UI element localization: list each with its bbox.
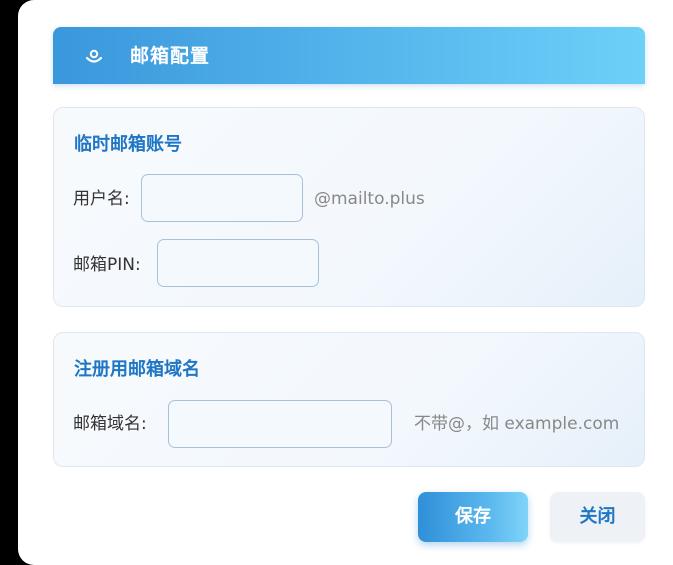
register-domain-section: 注册用邮箱域名 邮箱域名: 不带@，如 example.com bbox=[53, 332, 645, 467]
temp-account-title: 临时邮箱账号 bbox=[74, 134, 182, 155]
register-domain-title: 注册用邮箱域名 bbox=[74, 359, 200, 380]
pin-label: 邮箱PIN: bbox=[73, 255, 141, 275]
save-button[interactable]: 保存 bbox=[418, 492, 528, 542]
email-config-dialog: 邮箱配置 临时邮箱账号 用户名: @mailto.plus 邮箱PIN: 注册用… bbox=[18, 0, 673, 565]
username-label: 用户名: bbox=[73, 189, 130, 209]
dialog-title: 邮箱配置 bbox=[130, 45, 211, 67]
temp-account-section: 临时邮箱账号 用户名: @mailto.plus 邮箱PIN: bbox=[53, 107, 645, 307]
pin-input[interactable] bbox=[157, 239, 319, 287]
dialog-header: 邮箱配置 bbox=[53, 27, 645, 84]
close-button[interactable]: 关闭 bbox=[550, 492, 645, 542]
domain-input[interactable] bbox=[168, 400, 392, 448]
domain-label: 邮箱域名: bbox=[73, 414, 147, 434]
domain-hint: 不带@，如 example.com bbox=[414, 414, 620, 434]
mail-icon bbox=[84, 46, 104, 66]
username-domain-suffix: @mailto.plus bbox=[314, 189, 425, 209]
username-input[interactable] bbox=[141, 174, 303, 222]
